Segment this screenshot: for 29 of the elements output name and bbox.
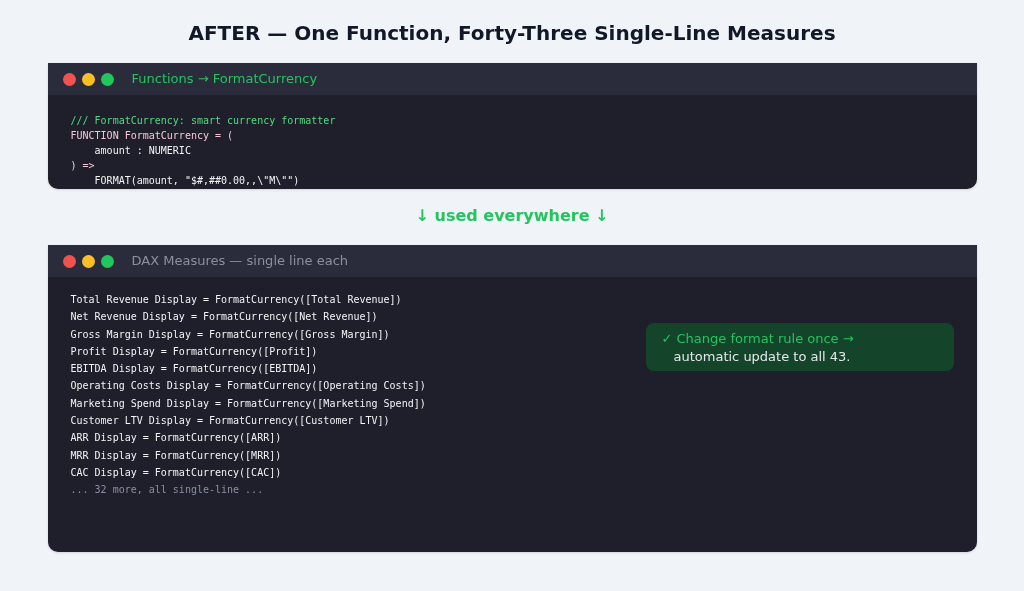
page-title: AFTER — One Function, Forty-Three Single-Line Measures: [188, 20, 836, 47]
window-title: DAX Measures — single line each: [131, 252, 349, 271]
window-control-icon: [100, 72, 114, 86]
connector-label: ↓ used everywhere ↓: [415, 205, 609, 227]
code-line: Net Revenue Display = FormatCurrency([Net Revenue]): [70, 310, 378, 325]
window-control-icon: [62, 72, 76, 86]
code-line: ... 32 more, all single-line ...: [70, 483, 264, 498]
code-line: /// FormatCurrency: smart currency formatter: [70, 114, 336, 128]
code-line: Profit Display = FormatCurrency([Profit]): [70, 344, 318, 359]
window-control-icon: [62, 254, 76, 268]
code-line: amount : NUMERIC: [93, 144, 191, 158]
window-title: Functions → FormatCurrency: [131, 70, 318, 89]
window-control-icon: [81, 254, 95, 268]
code-line: Operating Costs Display = FormatCurrency([Operating Costs]): [70, 379, 426, 394]
callout-headline: ✓ Change format rule once →: [661, 330, 855, 348]
code-line: EBITDA Display = FormatCurrency([EBITDA]): [70, 362, 318, 377]
code-line: Gross Margin Display = FormatCurrency([Gross Margin]): [70, 327, 390, 342]
code-line: MRR Display = FormatCurrency([MRR]): [70, 448, 282, 463]
code-line: Customer LTV Display = FormatCurrency([Customer LTV]): [70, 414, 390, 429]
window-control-icon: [81, 72, 95, 86]
code-line: ARR Display = FormatCurrency([ARR]): [70, 431, 282, 446]
code-line: ) =>: [70, 159, 95, 173]
callout-text: automatic update to all 43.: [672, 348, 852, 366]
code-line: CAC Display = FormatCurrency([CAC]): [70, 465, 282, 480]
window-control-icon: [100, 254, 114, 268]
code-line: FUNCTION FormatCurrency = (: [70, 129, 234, 143]
code-line: Total Revenue Display = FormatCurrency([Total Revenue]): [70, 293, 402, 307]
code-line: Marketing Spend Display = FormatCurrency([Marketing Spend]): [70, 396, 426, 411]
code-line: FORMAT(amount, "$#,##0.00,,\"M\""): [93, 174, 300, 188]
